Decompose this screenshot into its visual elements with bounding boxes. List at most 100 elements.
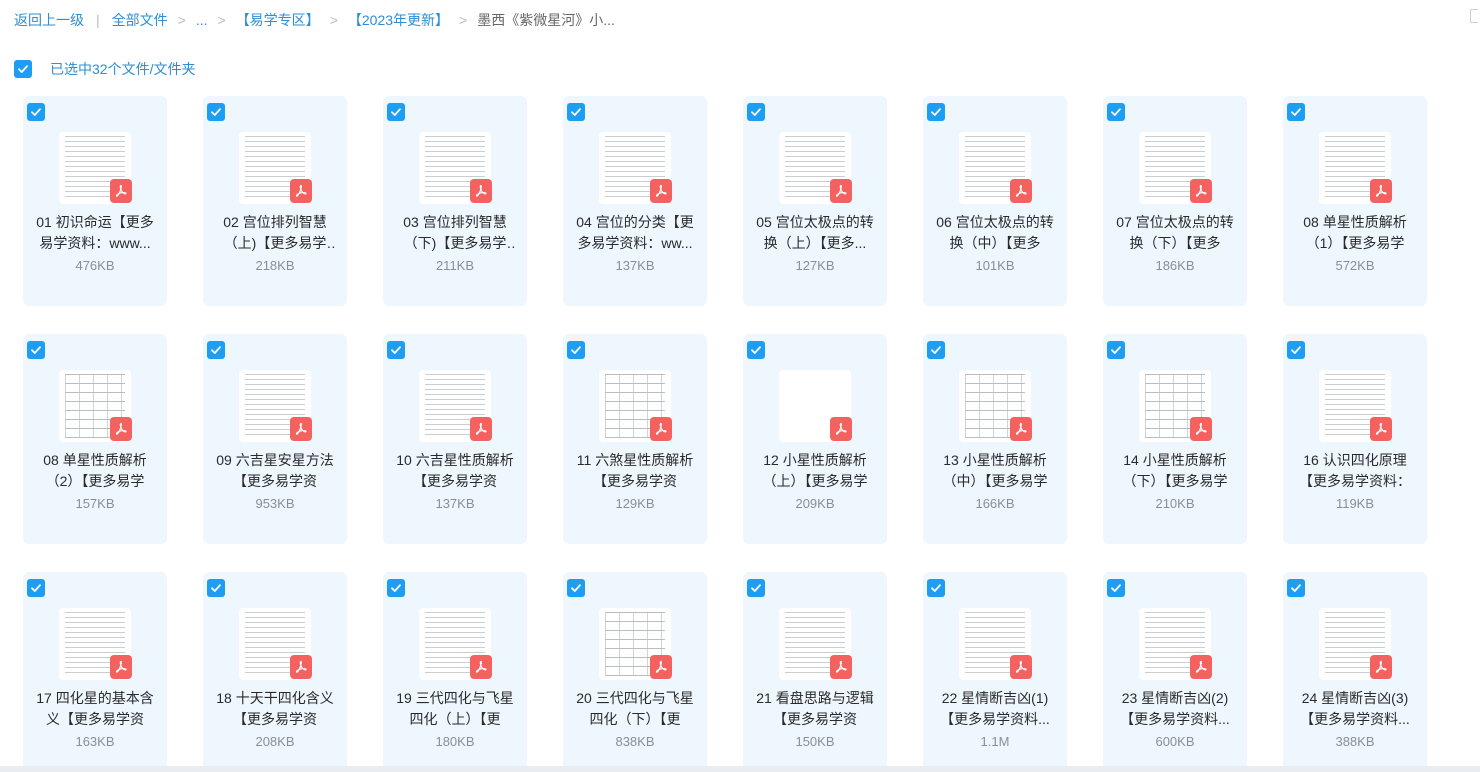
file-card[interactable]: 01 初识命运【更多易学资料：www... 476KB — [23, 96, 167, 306]
file-size: 838KB — [615, 734, 655, 749]
file-card[interactable]: 05 宫位太极点的转换（上）【更多... 127KB — [743, 96, 887, 306]
file-checkbox[interactable] — [387, 579, 405, 597]
file-card[interactable]: 21 看盘思路与逻辑【更多易学资 150KB — [743, 572, 887, 772]
breadcrumb-back-link[interactable]: 返回上一级 — [14, 10, 84, 30]
file-checkbox[interactable] — [207, 579, 225, 597]
file-checkbox[interactable] — [567, 103, 585, 121]
file-name: 22 星情断吉凶(1)【更多易学资料... — [940, 690, 1050, 727]
select-all-toggle[interactable]: 已选中32个文件/文件夹 — [14, 59, 195, 79]
checkmark-icon — [1111, 346, 1121, 354]
file-card[interactable]: 12 小星性质解析（上）【更多易学 209KB — [743, 334, 887, 544]
file-checkbox[interactable] — [747, 341, 765, 359]
breadcrumb-level2[interactable]: 【2023年更新】 — [348, 10, 449, 30]
file-card[interactable]: 08 单星性质解析（1）【更多易学 572KB — [1283, 96, 1427, 306]
file-size: 186KB — [1155, 258, 1195, 273]
file-checkbox[interactable] — [567, 341, 585, 359]
checkmark-icon — [18, 65, 28, 73]
file-card[interactable]: 08 单星性质解析（2）【更多易学 157KB — [23, 334, 167, 544]
checkmark-icon — [751, 584, 761, 592]
file-name: 02 宫位排列智慧（上)【更多易学资... — [223, 214, 327, 251]
file-card[interactable]: 07 宫位太极点的转换（下）【更多 186KB — [1103, 96, 1247, 306]
file-name: 07 宫位太极点的转换（下）【更多 — [1116, 214, 1234, 251]
checkmark-icon — [31, 346, 41, 354]
file-checkbox[interactable] — [387, 103, 405, 121]
pdf-icon — [1010, 417, 1032, 441]
breadcrumb-current: 墨西《紫微星河》小... — [477, 12, 615, 28]
file-size: 166KB — [975, 496, 1015, 511]
horizontal-scrollbar[interactable] — [0, 766, 1480, 772]
file-card[interactable]: 14 小星性质解析（下）【更多易学 210KB — [1103, 334, 1247, 544]
file-checkbox[interactable] — [27, 579, 45, 597]
file-checkbox[interactable] — [27, 341, 45, 359]
file-name: 10 六吉星性质解析【更多易学资 — [396, 452, 514, 489]
file-checkbox[interactable] — [207, 103, 225, 121]
checkmark-icon — [1291, 108, 1301, 116]
file-checkbox[interactable] — [1287, 579, 1305, 597]
file-card[interactable]: 04 宫位的分类【更多易学资料：ww... 137KB — [563, 96, 707, 306]
file-checkbox[interactable] — [567, 579, 585, 597]
file-checkbox[interactable] — [387, 341, 405, 359]
pdf-icon — [110, 655, 132, 679]
file-card[interactable]: 06 宫位太极点的转换（中）【更多 101KB — [923, 96, 1067, 306]
file-card[interactable]: 18 十天干四化含义【更多易学资 208KB — [203, 572, 347, 772]
file-checkbox[interactable] — [927, 103, 945, 121]
file-card[interactable]: 17 四化星的基本含义【更多易学资 163KB — [23, 572, 167, 772]
file-checkbox[interactable] — [1287, 103, 1305, 121]
pdf-icon — [650, 179, 672, 203]
file-size: 572KB — [1335, 258, 1375, 273]
file-card[interactable]: 16 认识四化原理【更多易学资料： 119KB — [1283, 334, 1427, 544]
breadcrumb-level1[interactable]: 【易学专区】 — [236, 10, 320, 30]
breadcrumb: 返回上一级 | 全部文件 > ... > 【易学专区】 > 【2023年更新】 … — [14, 10, 615, 30]
checkmark-icon — [1291, 346, 1301, 354]
file-size: 137KB — [435, 496, 475, 511]
file-name: 11 六煞星性质解析【更多易学资 — [576, 452, 694, 489]
file-name: 12 小星性质解析（上）【更多易学 — [762, 452, 868, 489]
file-grid: 01 初识命运【更多易学资料：www... 476KB 02 宫位排列智慧（上)【更… — [23, 96, 1428, 772]
file-checkbox[interactable] — [747, 103, 765, 121]
view-toggle-icon[interactable] — [1470, 9, 1478, 23]
checkmark-icon — [751, 108, 761, 116]
pdf-icon — [1010, 179, 1032, 203]
file-card[interactable]: 24 星情断吉凶(3)【更多易学资料... 388KB — [1283, 572, 1427, 772]
file-card[interactable]: 13 小星性质解析（中）【更多易学 166KB — [923, 334, 1067, 544]
file-checkbox[interactable] — [27, 103, 45, 121]
file-card[interactable]: 10 六吉星性质解析【更多易学资 137KB — [383, 334, 527, 544]
breadcrumb-separator: > — [217, 12, 226, 28]
file-checkbox[interactable] — [927, 579, 945, 597]
file-name: 18 十天干四化含义【更多易学资 — [216, 690, 334, 727]
file-card[interactable]: 20 三代四化与飞星四化（下）【更 838KB — [563, 572, 707, 772]
file-card[interactable]: 11 六煞星性质解析【更多易学资 129KB — [563, 334, 707, 544]
pdf-icon — [470, 179, 492, 203]
file-size: 163KB — [75, 734, 115, 749]
file-checkbox[interactable] — [1107, 579, 1125, 597]
file-card[interactable]: 19 三代四化与飞星四化（上）【更 180KB — [383, 572, 527, 772]
breadcrumb-all-files[interactable]: 全部文件 — [112, 10, 168, 30]
pdf-icon — [290, 417, 312, 441]
file-checkbox[interactable] — [1107, 103, 1125, 121]
file-size: 211KB — [435, 258, 475, 273]
file-card[interactable]: 09 六吉星安星方法【更多易学资 953KB — [203, 334, 347, 544]
file-size: 388KB — [1335, 734, 1375, 749]
file-checkbox[interactable] — [1287, 341, 1305, 359]
file-size: 150KB — [795, 734, 835, 749]
file-checkbox[interactable] — [1107, 341, 1125, 359]
checkmark-icon — [31, 108, 41, 116]
file-checkbox[interactable] — [747, 579, 765, 597]
file-size: 119KB — [1335, 496, 1375, 511]
select-all-checkbox[interactable] — [14, 60, 32, 78]
file-card[interactable]: 23 星情断吉凶(2)【更多易学资料... 600KB — [1103, 572, 1247, 772]
file-checkbox[interactable] — [927, 341, 945, 359]
file-size: 137KB — [615, 258, 655, 273]
file-size: 101KB — [975, 258, 1015, 273]
breadcrumb-ellipsis[interactable]: ... — [196, 12, 208, 28]
file-card[interactable]: 22 星情断吉凶(1)【更多易学资料... 1.1M — [923, 572, 1067, 772]
checkmark-icon — [931, 108, 941, 116]
file-checkbox[interactable] — [207, 341, 225, 359]
pdf-icon — [1370, 179, 1392, 203]
file-name: 24 星情断吉凶(3)【更多易学资料... — [1300, 690, 1410, 727]
checkmark-icon — [751, 346, 761, 354]
pdf-icon — [1370, 417, 1392, 441]
file-card[interactable]: 02 宫位排列智慧（上)【更多易学资... 218KB — [203, 96, 347, 306]
file-card[interactable]: 03 宫位排列智慧（下)【更多易学资... 211KB — [383, 96, 527, 306]
file-name: 06 宫位太极点的转换（中）【更多 — [936, 214, 1054, 251]
